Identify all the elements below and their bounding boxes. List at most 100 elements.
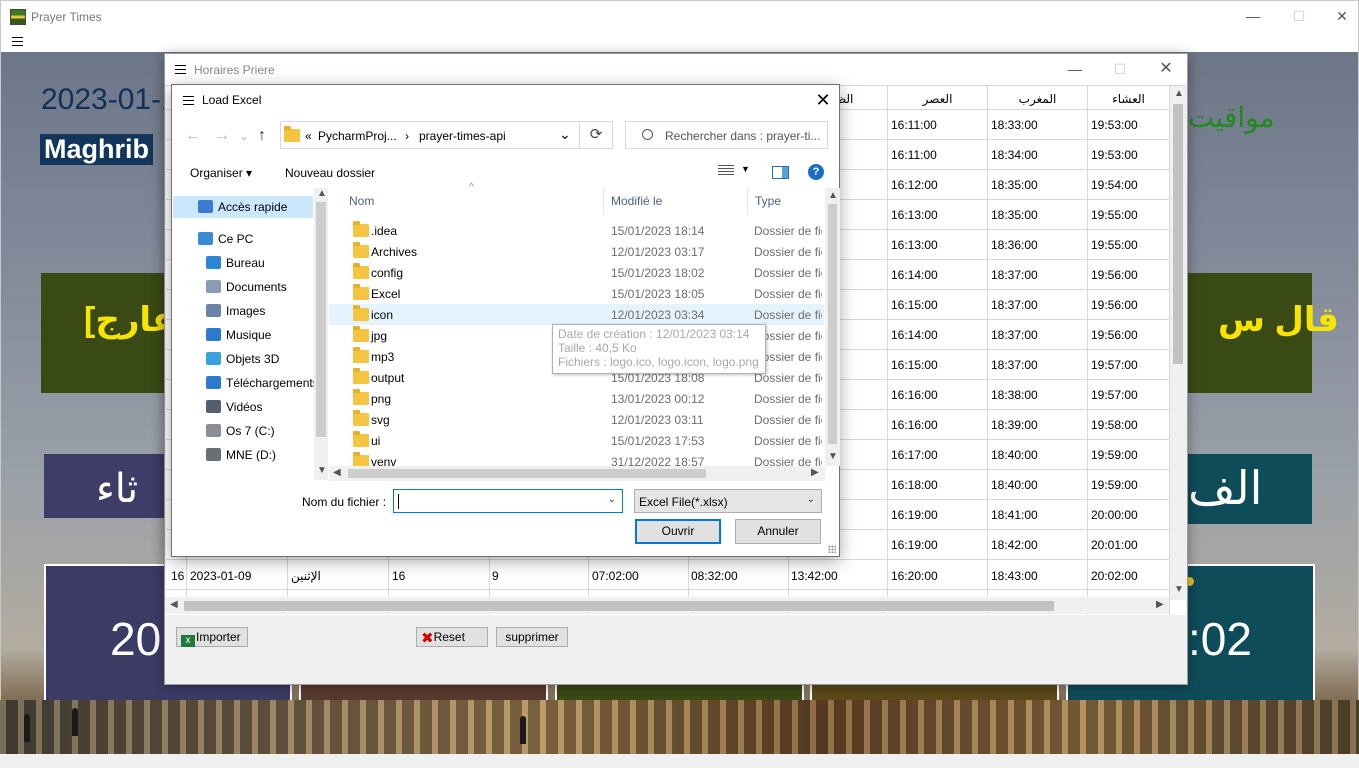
cell-isha[interactable]: 19:57:00	[1091, 388, 1138, 402]
cell-dhuhr[interactable]: 13:42:00	[791, 569, 838, 583]
cell-isha[interactable]: 20:02:00	[1091, 569, 1138, 583]
scroll-up-icon[interactable]: ▲	[828, 190, 838, 201]
cell-isha[interactable]: 19:59:00	[1091, 448, 1138, 462]
address-bar[interactable]: « PycharmProj... › prayer-times-api ⌄	[280, 121, 580, 149]
scroll-right-icon[interactable]: ▶	[1156, 599, 1164, 610]
chevron-down-icon[interactable]: ⌄	[608, 494, 616, 505]
cell-asr[interactable]: 16:17:00	[891, 448, 938, 462]
scroll-thumb[interactable]	[316, 202, 326, 437]
preview-pane-icon[interactable]	[772, 166, 789, 179]
view-dropdown-icon[interactable]: ▼	[741, 164, 750, 174]
minimize-button[interactable]: —	[1230, 5, 1276, 27]
filename-input[interactable]: ⌄	[393, 489, 623, 513]
horaires-maximize-button[interactable]: ☐	[1097, 58, 1143, 80]
cell-isha[interactable]: 19:55:00	[1091, 208, 1138, 222]
cell-asr[interactable]: 16:13:00	[891, 238, 938, 252]
nav-item-bureau[interactable]: Bureau	[173, 252, 313, 274]
scroll-thumb[interactable]	[828, 204, 837, 444]
cell-shuruq[interactable]: 08:32:00	[691, 569, 738, 583]
file-row[interactable]: .idea 15/01/2023 18:14 Dossier de fichiers	[329, 220, 824, 241]
nav-item-mne-d-[interactable]: MNE (D:)	[173, 444, 313, 466]
cell-asr[interactable]: 16:11:00	[891, 148, 937, 162]
cell-maghrib[interactable]: 18:43:00	[991, 569, 1038, 583]
nav-item-acc-s-rapide[interactable]: Accès rapide	[173, 196, 313, 218]
nav-scrollbar[interactable]: ▲ ▼	[314, 188, 328, 480]
scroll-left-icon[interactable]: ◀	[170, 599, 178, 610]
cell-isha[interactable]: 19:59:00	[1091, 478, 1138, 492]
file-row[interactable]: svg 12/01/2023 03:11 Dossier de fichiers	[329, 409, 824, 430]
scroll-down-icon[interactable]: ▼	[828, 451, 838, 462]
file-list-vertical-scrollbar[interactable]: ▲ ▼	[825, 188, 840, 466]
delete-button[interactable]: supprimer	[496, 627, 568, 647]
cell-asr[interactable]: 16:15:00	[891, 358, 938, 372]
cell-maghrib[interactable]: 18:40:00	[991, 448, 1038, 462]
file-row[interactable]: icon 12/01/2023 03:34 Dossier de fichiers	[329, 304, 824, 325]
column-header-modified[interactable]: Modifié le	[604, 188, 748, 214]
cell-day[interactable]: الإثنين	[291, 569, 321, 583]
cell-maghrib[interactable]: 18:35:00	[991, 178, 1038, 192]
file-type-select[interactable]: Excel File(*.xlsx) ⌄	[634, 489, 822, 513]
address-dropdown-icon[interactable]: ⌄	[559, 126, 571, 143]
cell-maghrib[interactable]: 18:37:00	[991, 268, 1038, 282]
navigation-pane[interactable]: Accès rapide Ce PC Bureau Documents Images Mu…	[173, 188, 328, 480]
header-isha[interactable]: العشاء	[1088, 92, 1169, 108]
cell-maghrib[interactable]: 18:38:00	[991, 388, 1038, 402]
cell-isha[interactable]: 19:56:00	[1091, 268, 1138, 282]
nav-item-images[interactable]: Images	[173, 300, 313, 322]
scroll-left-icon[interactable]: ◀	[333, 467, 341, 478]
cell-asr[interactable]: 16:19:00	[891, 538, 938, 552]
search-box[interactable]: Rechercher dans : prayer-ti...	[625, 121, 828, 149]
new-folder-button[interactable]: Nouveau dossier	[285, 166, 375, 180]
scroll-thumb[interactable]	[184, 601, 1054, 611]
cell-asr[interactable]: 16:19:00	[891, 508, 938, 522]
cell-asr[interactable]: 16:14:00	[891, 268, 938, 282]
nav-item-musique[interactable]: Musique	[173, 324, 313, 346]
nav-item-ce-pc[interactable]: Ce PC	[173, 228, 313, 250]
cell-isha[interactable]: 19:53:00	[1091, 148, 1138, 162]
cell-maghrib[interactable]: 18:33:00	[991, 118, 1038, 132]
cell-isha[interactable]: 20:01:00	[1091, 538, 1138, 552]
chevron-down-icon[interactable]: ⌄	[807, 494, 815, 505]
open-button[interactable]: Ouvrir	[635, 519, 721, 544]
scroll-thumb[interactable]	[348, 469, 706, 478]
nav-item-t-l-chargements[interactable]: Téléchargements	[173, 372, 319, 394]
close-button[interactable]: ✕	[1319, 5, 1359, 27]
nav-item-objets-3d[interactable]: Objets 3D	[173, 348, 313, 370]
dialog-menu-icon[interactable]	[183, 96, 194, 105]
header-maghrib[interactable]: المغرب	[988, 92, 1087, 108]
cell-maghrib[interactable]: 18:41:00	[991, 508, 1038, 522]
cell-maghrib[interactable]: 18:37:00	[991, 328, 1038, 342]
file-row[interactable]: Archives 12/01/2023 03:17 Dossier de fichi…	[329, 241, 824, 262]
cell-isha[interactable]: 19:56:00	[1091, 328, 1138, 342]
import-button[interactable]: x Importer	[176, 627, 248, 647]
cell-maghrib[interactable]: 18:37:00	[991, 298, 1038, 312]
column-header-name[interactable]: Nom	[329, 188, 604, 214]
table-vertical-scrollbar[interactable]: ▲ ▼	[1170, 86, 1186, 600]
cell-isha[interactable]: 20:00:00	[1091, 508, 1138, 522]
cell-maghrib[interactable]: 18:40:00	[991, 478, 1038, 492]
cell-isha[interactable]: 19:55:00	[1091, 238, 1138, 252]
cell-maghrib[interactable]: 18:35:00	[991, 208, 1038, 222]
recent-locations-icon[interactable]: ⌄	[239, 129, 249, 143]
cell-asr[interactable]: 16:14:00	[891, 328, 938, 342]
file-row[interactable]: ui 15/01/2023 17:53 Dossier de fichiers	[329, 430, 824, 451]
address-segment-prayer-times-api[interactable]: prayer-times-api	[419, 129, 506, 143]
cell-isha[interactable]: 19:58:00	[1091, 418, 1138, 432]
cell-asr[interactable]: 16:16:00	[891, 388, 938, 402]
column-header-type[interactable]: Type	[748, 188, 826, 214]
organize-menu[interactable]: Organiser ▾	[190, 166, 252, 180]
nav-item-vid-os[interactable]: Vidéos	[173, 396, 313, 418]
cell-asr[interactable]: 16:20:00	[891, 569, 938, 583]
resize-grip-icon[interactable]	[828, 545, 836, 553]
cell-fajr[interactable]: 07:02:00	[592, 569, 639, 583]
cell-month-num[interactable]: 9	[492, 569, 499, 583]
view-options-icon[interactable]	[718, 165, 734, 177]
cancel-button[interactable]: Annuler	[735, 519, 821, 544]
file-row[interactable]: Excel 15/01/2023 18:05 Dossier de fichiers	[329, 283, 824, 304]
scroll-right-icon[interactable]: ▶	[811, 467, 819, 478]
file-row[interactable]: config 15/01/2023 18:02 Dossier de fichier…	[329, 262, 824, 283]
reset-button[interactable]: ✖Reset	[416, 627, 488, 647]
menu-icon[interactable]	[12, 37, 23, 46]
scroll-up-icon[interactable]: ▲	[1174, 88, 1184, 99]
address-segment-pycharm[interactable]: PycharmProj...	[318, 129, 397, 143]
